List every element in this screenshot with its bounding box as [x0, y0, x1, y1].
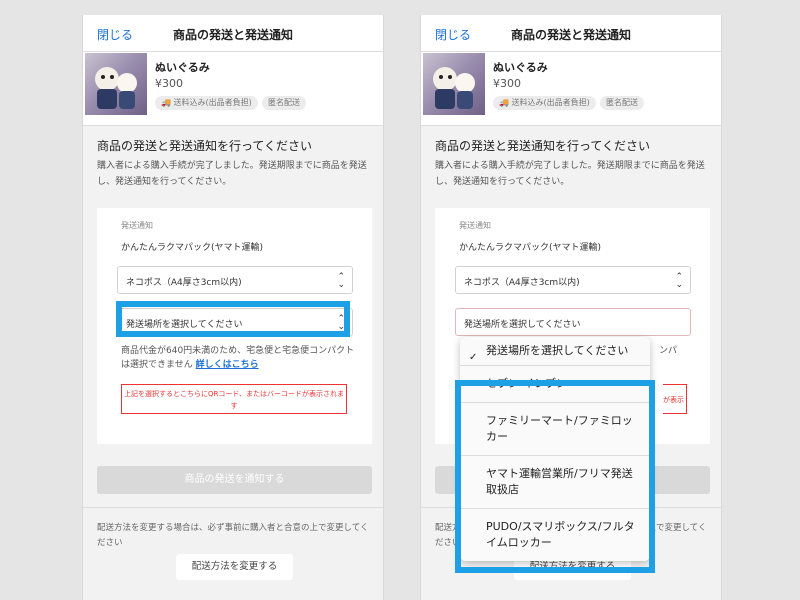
dropdown-option-pudo[interactable]: PUDO/スマリボックス/フルタイムロッカー [460, 508, 650, 561]
shipping-fee-tag: 🚚 送料込み(出品者負担) [155, 96, 258, 110]
product-thumbnail [423, 53, 485, 115]
section-title: 商品の発送と発送通知を行ってください [435, 139, 651, 153]
change-method-button[interactable]: 配送方法を変更する [176, 554, 293, 580]
page-title: 商品の発送と発送通知 [172, 28, 293, 42]
details-link[interactable]: 詳しくはこちら [196, 360, 259, 370]
shipping-method: かんたんラクマパック(ヤマト運輸) [459, 243, 602, 253]
product-summary: ぬいぐるみ ¥300 🚚 送料込み(出品者負担) 匿名配送 [83, 52, 383, 126]
dropdown-option-familymart[interactable]: ファミリーマート/ファミロッカー [460, 402, 650, 455]
shipping-fee-tag: 🚚 送料込み(出品者負担) [493, 96, 596, 110]
dropdown-option-label: 発送場所を選択してください [486, 344, 629, 357]
size-select-value: ネコポス（A4厚さ3cm以内) [464, 278, 580, 288]
select-arrows-icon: ⌃ ⌄ [337, 314, 345, 332]
product-price: ¥300 [493, 77, 521, 90]
product-thumbnail [85, 53, 147, 115]
dropdown-option-label: ファミリーマート/ファミロッカー [486, 414, 633, 443]
qr-code-notice: 上記を選択するとこちらにQRコード、またはバーコードが表示されます [121, 384, 347, 414]
shipping-method: かんたんラクマパック(ヤマト運輸) [121, 243, 264, 253]
qr-code-notice: が表示 [663, 384, 687, 414]
size-select[interactable]: ネコポス（A4厚さ3cm以内) ⌃ ⌄ [117, 266, 353, 294]
dropdown-option-seven-eleven[interactable]: セブン-イレブン [460, 365, 650, 402]
price-note: ンパ [659, 344, 699, 358]
product-name: ぬいぐるみ [493, 61, 548, 74]
select-arrows-icon: ⌃ ⌄ [337, 272, 345, 290]
shipping-place-dropdown: ✓ 発送場所を選択してください セブン-イレブン ファミリーマート/ファミロッカ… [460, 337, 650, 561]
product-price: ¥300 [155, 77, 183, 90]
product-summary: ぬいぐるみ ¥300 🚚 送料込み(出品者負担) 匿名配送 [421, 52, 721, 126]
notify-shipping-label: 商品の発送を通知する [184, 474, 285, 485]
dropdown-option-label: セブン-イレブン [486, 377, 567, 390]
checkmark-icon: ✓ [469, 352, 478, 363]
section-description: 購入者による購入手続が完了しました。発送期限までに商品を発送し、発送通知を行って… [435, 161, 705, 187]
section-description: 購入者による購入手続が完了しました。発送期限までに商品を発送し、発送通知を行って… [97, 161, 367, 187]
place-select-value: 発送場所を選択してください [126, 320, 243, 330]
product-name: ぬいぐるみ [155, 61, 210, 74]
dropdown-option-placeholder[interactable]: ✓ 発送場所を選択してください [460, 337, 650, 365]
page-title: 商品の発送と発送通知 [510, 28, 631, 42]
shipping-notice-card: 発送通知 かんたんラクマパック(ヤマト運輸) ネコポス（A4厚さ3cm以内) ⌃… [97, 208, 372, 444]
card-label: 発送通知 [459, 221, 491, 230]
size-select[interactable]: ネコポス（A4厚さ3cm以内) ⌃ ⌄ [455, 266, 691, 294]
card-label: 発送通知 [121, 221, 153, 230]
qr-note-tail: が表示 [663, 396, 684, 404]
change-method-label: 配送方法を変更する [191, 561, 278, 572]
shipping-place-select[interactable]: 発送場所を選択してください ⌃ ⌄ [117, 308, 353, 336]
dropdown-option-label: ヤマト運輸営業所/フリマ発送取扱店 [486, 467, 633, 496]
price-note: 商品代金が640円未満のため、宅急便と宅急便コンパクトは選択できません 詳しくは… [121, 344, 359, 372]
left-screen: 閉じる 商品の発送と発送通知 ぬいぐるみ ¥300 🚚 送料込み(出品者負担) … [82, 15, 384, 600]
header-bar: 閉じる 商品の発送と発送通知 [421, 15, 721, 52]
place-select-value: 発送場所を選択してください [464, 320, 581, 330]
divider [83, 507, 383, 508]
size-select-value: ネコポス（A4厚さ3cm以内) [126, 278, 242, 288]
anonymous-shipping-tag: 匿名配送 [600, 96, 644, 110]
section-title: 商品の発送と発送通知を行ってください [97, 139, 313, 153]
price-note-tail: ンパ [659, 346, 678, 356]
select-arrows-icon: ⌃ ⌄ [675, 272, 683, 290]
change-method-note: 配送方法を変更する場合は、必ず事前に購入者と合意の上で変更してください [97, 523, 369, 548]
dropdown-option-label: PUDO/スマリボックス/フルタイムロッカー [486, 520, 635, 549]
header-bar: 閉じる 商品の発送と発送通知 [83, 15, 383, 52]
dropdown-option-yamato[interactable]: ヤマト運輸営業所/フリマ発送取扱店 [460, 455, 650, 508]
anonymous-shipping-tag: 匿名配送 [262, 96, 306, 110]
shipping-place-select[interactable]: 発送場所を選択してください [455, 308, 691, 336]
notify-shipping-button[interactable]: 商品の発送を通知する [97, 466, 372, 494]
